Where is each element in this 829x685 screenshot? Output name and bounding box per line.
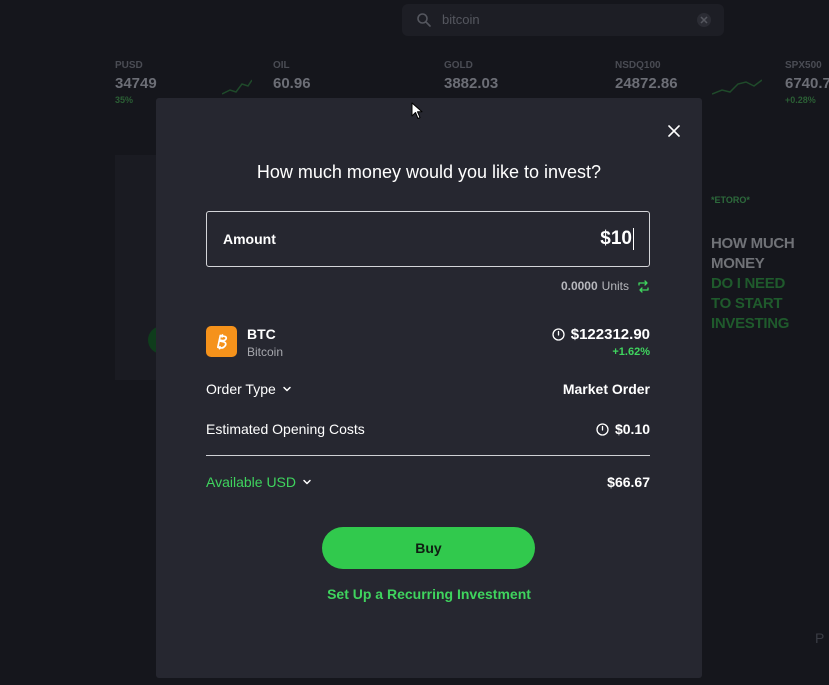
divider	[206, 455, 650, 456]
asset-symbol: BTC	[247, 326, 276, 342]
available-value: $66.67	[607, 474, 650, 490]
ticker-item[interactable]: OIL 60.96	[273, 60, 311, 95]
ticker-item[interactable]: GOLD 3882.03	[444, 60, 498, 95]
ticker-value: 6740.7	[785, 75, 829, 92]
ticker-item[interactable]: SPX500 6740.7 +0.28%	[785, 60, 829, 105]
units-row: 0.0000 Units	[561, 279, 650, 293]
invest-modal: How much money would you like to invest?…	[156, 98, 702, 678]
search-input[interactable]: bitcoin	[442, 12, 480, 27]
ticker-symbol: PUSD	[115, 60, 143, 71]
asset-price-value: $122312.90	[570, 326, 650, 343]
recurring-investment-link[interactable]: Set Up a Recurring Investment	[156, 586, 702, 602]
amount-value[interactable]: $10	[600, 228, 634, 250]
units-value: 0.0000	[560, 279, 598, 293]
available-dropdown[interactable]: Available USD	[206, 474, 312, 490]
amount-text: $10	[600, 228, 632, 249]
ticker-symbol: OIL	[273, 60, 290, 71]
sparkline-chart	[712, 79, 762, 95]
ticker-value: 24872.86	[615, 75, 678, 92]
ticker-value: 34749	[115, 75, 157, 92]
modal-title: How much money would you like to invest?	[256, 162, 602, 182]
clear-icon[interactable]	[696, 12, 712, 28]
bitcoin-icon	[206, 326, 237, 357]
opening-costs-value: $0.10	[596, 421, 650, 437]
asset-price: $122312.90	[552, 326, 650, 343]
available-row: Available USD $66.67	[206, 474, 650, 494]
asset-name: Bitcoin	[247, 345, 284, 359]
order-type-row: Order Type Market Order	[206, 381, 650, 401]
mouse-cursor-icon	[411, 102, 423, 119]
search-bar[interactable]: bitcoin	[402, 4, 724, 36]
order-type-dropdown[interactable]: Order Type	[206, 381, 292, 397]
opening-costs-row: Estimated Opening Costs $0.10	[206, 421, 650, 441]
amount-label: Amount	[223, 231, 276, 247]
amount-input[interactable]: Amount $10	[206, 211, 650, 267]
ticker-item[interactable]: NSDQ100 24872.86	[615, 60, 678, 95]
promo-line: DO I NEED	[711, 275, 785, 292]
opening-costs-label: Estimated Opening Costs	[206, 421, 365, 437]
background-text: P	[815, 630, 825, 646]
ticker-symbol: SPX500	[785, 60, 822, 71]
ticker-item[interactable]: PUSD 34749 35%	[115, 60, 157, 105]
buy-button[interactable]: Buy	[322, 527, 535, 569]
swap-icon[interactable]	[637, 279, 650, 293]
order-type-label: Order Type	[206, 381, 276, 397]
search-icon	[417, 13, 431, 27]
info-icon[interactable]	[596, 422, 609, 436]
promo-line: TO START INVESTING	[711, 295, 790, 332]
text-caret	[633, 228, 634, 250]
order-type-value: Market Order	[562, 381, 650, 397]
ticker-symbol: NSDQ100	[615, 60, 661, 71]
available-label: Available USD	[206, 474, 297, 490]
chevron-down-icon	[303, 479, 311, 485]
ticker-value: 60.96	[273, 75, 311, 92]
opening-costs-amount: $0.10	[614, 421, 650, 437]
sparkline-chart	[222, 79, 252, 95]
ticker-change: +0.28%	[785, 95, 816, 105]
units-label: Units	[601, 279, 629, 293]
promo-banner[interactable]: HOW MUCH MONEY DO I NEED TO START INVEST…	[711, 234, 829, 334]
promo-tag: *ETORO*	[711, 195, 750, 205]
close-icon[interactable]	[666, 123, 682, 139]
ticker-value: 3882.03	[444, 75, 499, 92]
clock-icon	[552, 328, 565, 341]
ticker-symbol: GOLD	[444, 60, 473, 71]
ticker-change: 35%	[115, 95, 134, 105]
promo-line: HOW MUCH MONEY	[711, 235, 795, 272]
asset-change: +1.62%	[612, 346, 650, 358]
chevron-down-icon	[283, 386, 291, 392]
